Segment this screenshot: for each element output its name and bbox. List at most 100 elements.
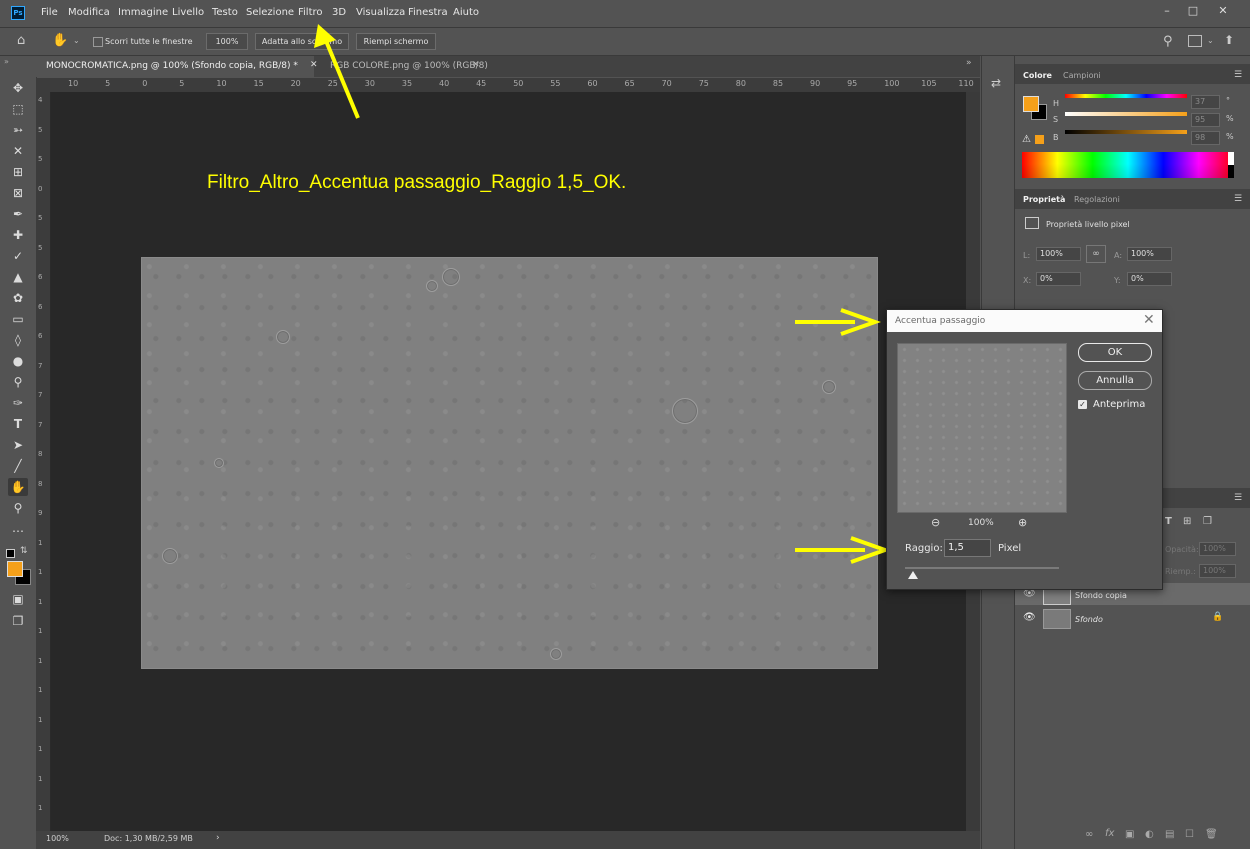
path-selection-tool-icon[interactable]: ➤ bbox=[8, 436, 28, 454]
zoom-in-icon[interactable]: ⊕ bbox=[1018, 516, 1027, 529]
adjustment-icon[interactable]: ◐ bbox=[1145, 829, 1154, 840]
zoom-100-button[interactable]: 100% bbox=[206, 33, 248, 50]
more-tools-icon[interactable]: ⋯ bbox=[8, 522, 28, 540]
fg-color-swatch[interactable] bbox=[1023, 96, 1039, 112]
crop-tool-icon[interactable]: ⊞ bbox=[8, 163, 28, 181]
workspace-icon[interactable] bbox=[1188, 35, 1202, 47]
preview-checkbox[interactable]: ✓ bbox=[1078, 400, 1087, 409]
pen-tool-icon[interactable]: ✑ bbox=[8, 394, 28, 412]
gamut-swatch[interactable] bbox=[1035, 135, 1044, 144]
opacity-field[interactable]: 100% bbox=[1199, 542, 1236, 556]
ok-button[interactable]: OK bbox=[1078, 343, 1152, 362]
maximize-icon[interactable]: □ bbox=[1186, 4, 1200, 18]
zoom-tool-icon[interactable]: ⚲ bbox=[8, 499, 28, 517]
panel-menu-icon[interactable]: ☰ bbox=[1234, 493, 1242, 503]
search-icon[interactable]: ⚲ bbox=[1163, 34, 1173, 49]
menu-filtro[interactable]: Filtro bbox=[298, 7, 323, 18]
radius-input[interactable]: 1,5 bbox=[944, 539, 991, 557]
hue-value[interactable]: 37 bbox=[1191, 95, 1220, 109]
menu-aiuto[interactable]: Aiuto bbox=[453, 7, 479, 18]
brush-tool-icon[interactable]: ✓ bbox=[8, 247, 28, 265]
type-filter-icon[interactable]: T bbox=[1165, 516, 1172, 527]
menu-testo[interactable]: Testo bbox=[212, 7, 238, 18]
healing-brush-tool-icon[interactable]: ✚ bbox=[8, 226, 28, 244]
eye-icon[interactable]: 👁 bbox=[1023, 612, 1036, 623]
tab-regolazioni[interactable]: Regolazioni bbox=[1074, 195, 1120, 204]
screen-mode-icon[interactable]: ❐ bbox=[8, 612, 28, 630]
filter-preview[interactable] bbox=[897, 343, 1067, 513]
tab-colore[interactable]: Colore bbox=[1023, 71, 1052, 80]
menu-immagine[interactable]: Immagine bbox=[118, 7, 168, 18]
menu-modifica[interactable]: Modifica bbox=[68, 7, 110, 18]
frame-tool-icon[interactable]: ⊠ bbox=[8, 184, 28, 202]
history-brush-tool-icon[interactable]: ✿ bbox=[8, 289, 28, 307]
group-icon[interactable]: ▤ bbox=[1165, 829, 1174, 840]
eyedropper-tool-icon[interactable]: ✒ bbox=[8, 205, 28, 223]
hand-tool-icon[interactable]: ✋ bbox=[52, 32, 70, 50]
dodge-tool-icon[interactable]: ⚲ bbox=[8, 373, 28, 391]
history-panel-icon[interactable]: ⇄ bbox=[991, 76, 1001, 90]
default-colors-icon[interactable] bbox=[6, 549, 15, 558]
brightness-slider[interactable] bbox=[1065, 130, 1187, 134]
workspace-chevron-icon[interactable]: ⌄ bbox=[1207, 36, 1214, 45]
x-field[interactable]: 0% bbox=[1036, 272, 1081, 286]
fill-field[interactable]: 100% bbox=[1199, 564, 1236, 578]
new-layer-icon[interactable]: ☐ bbox=[1185, 829, 1194, 840]
fx-icon[interactable]: fx bbox=[1105, 828, 1114, 839]
close-icon[interactable]: ✕ bbox=[1216, 4, 1230, 18]
link-icon[interactable]: ∞ bbox=[1086, 245, 1106, 263]
saturation-slider[interactable] bbox=[1065, 112, 1187, 116]
menu-finestra[interactable]: Finestra bbox=[408, 7, 448, 18]
collapse-toolbar-icon[interactable]: » bbox=[4, 57, 9, 66]
saturation-value[interactable]: 95 bbox=[1191, 113, 1220, 127]
scroll-all-checkbox[interactable] bbox=[93, 37, 103, 47]
cancel-button[interactable]: Annulla bbox=[1078, 371, 1152, 390]
tab-monocromatica[interactable]: MONOCROMATICA.png @ 100% (Sfondo copia, … bbox=[36, 56, 314, 77]
shape-filter-icon[interactable]: ⊞ bbox=[1183, 516, 1191, 527]
type-tool-icon[interactable]: T bbox=[8, 415, 28, 433]
height-field[interactable]: 100% bbox=[1127, 247, 1172, 261]
quick-mask-icon[interactable]: ▣ bbox=[8, 590, 28, 608]
radius-slider-thumb[interactable] bbox=[907, 571, 918, 579]
menu-file[interactable]: File bbox=[41, 7, 58, 18]
mask-icon[interactable]: ▣ bbox=[1125, 829, 1134, 840]
close-icon[interactable]: ✕ bbox=[1143, 312, 1155, 328]
y-field[interactable]: 0% bbox=[1127, 272, 1172, 286]
delete-layer-icon[interactable]: 🗑 bbox=[1205, 829, 1218, 840]
hue-slider[interactable] bbox=[1065, 94, 1187, 98]
black-swatch[interactable] bbox=[1228, 165, 1234, 178]
home-icon[interactable]: ⌂ bbox=[17, 33, 33, 49]
foreground-color-swatch[interactable] bbox=[7, 561, 23, 577]
hand-tool-icon[interactable]: ✋ bbox=[8, 478, 28, 496]
panel-menu-icon[interactable]: ☰ bbox=[1234, 70, 1242, 80]
quick-selection-tool-icon[interactable]: ✕ bbox=[8, 142, 28, 160]
share-icon[interactable]: ⬆ bbox=[1224, 33, 1234, 47]
brightness-value[interactable]: 98 bbox=[1191, 131, 1220, 145]
chevron-down-icon[interactable]: ⌄ bbox=[73, 36, 80, 45]
blur-tool-icon[interactable]: ● bbox=[8, 352, 28, 370]
swap-colors-icon[interactable]: ⇅ bbox=[20, 546, 28, 556]
document-image[interactable] bbox=[141, 257, 878, 669]
status-menu-icon[interactable]: › bbox=[216, 833, 220, 843]
close-tab-icon[interactable]: ✕ bbox=[472, 60, 480, 70]
tab-campioni[interactable]: Campioni bbox=[1063, 71, 1101, 80]
menu-3d[interactable]: 3D bbox=[332, 7, 346, 18]
menu-selezione[interactable]: Selezione bbox=[246, 7, 294, 18]
lasso-tool-icon[interactable]: ➳ bbox=[8, 121, 28, 139]
move-tool-icon[interactable]: ✥ bbox=[8, 79, 28, 97]
radius-slider[interactable] bbox=[905, 567, 1059, 569]
warning-icon[interactable]: ⚠ bbox=[1022, 134, 1031, 145]
collapse-panels-icon[interactable]: » bbox=[966, 58, 972, 68]
minimize-icon[interactable]: – bbox=[1160, 4, 1174, 18]
marquee-tool-icon[interactable]: ⬚ bbox=[8, 100, 28, 118]
color-spectrum-bar[interactable] bbox=[1022, 152, 1234, 178]
link-layers-icon[interactable]: ∞ bbox=[1085, 829, 1093, 840]
dialog-titlebar[interactable]: Accentua passaggio ✕ bbox=[887, 310, 1162, 332]
line-tool-icon[interactable]: ╱ bbox=[8, 457, 28, 475]
clone-stamp-tool-icon[interactable]: ▲ bbox=[8, 268, 28, 286]
zoom-out-icon[interactable]: ⊖ bbox=[931, 516, 940, 529]
eraser-tool-icon[interactable]: ▭ bbox=[8, 310, 28, 328]
menu-livello[interactable]: Livello bbox=[172, 7, 204, 18]
menu-visualizza[interactable]: Visualizza bbox=[356, 7, 405, 18]
tab-proprieta[interactable]: Proprietà bbox=[1023, 195, 1065, 204]
